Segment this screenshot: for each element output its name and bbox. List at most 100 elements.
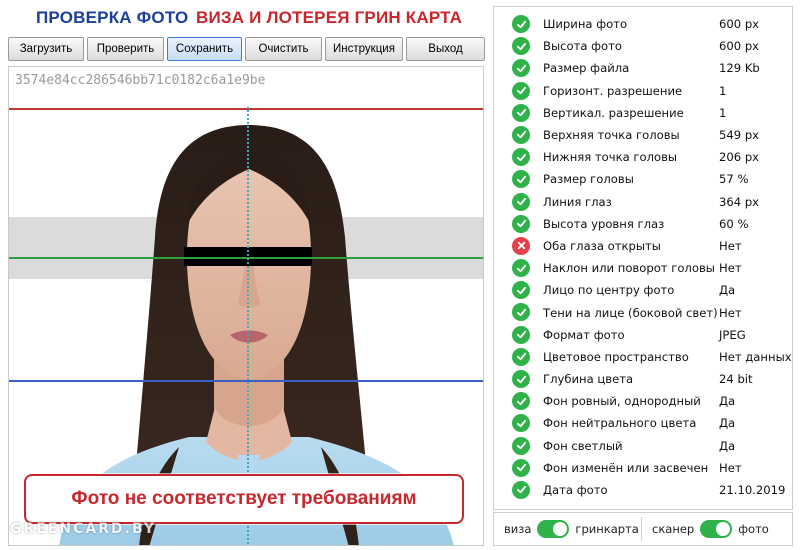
check-label: Фон нейтрального цвета [543, 416, 697, 431]
instructions-button[interactable]: Инструкция [325, 37, 403, 61]
check-row: Горизонт. разрешение 1 [494, 80, 792, 102]
check-label: Фон ровный, однородный [543, 394, 701, 409]
check-value: 600 px [719, 39, 760, 54]
check-label: Оба глаза открыты [543, 238, 661, 253]
check-label: Ширина фото [543, 17, 628, 32]
scanner-label: сканер [652, 522, 695, 536]
check-value: Да [719, 394, 736, 409]
check-value: Нет [719, 238, 742, 253]
check-ok-icon [512, 148, 530, 167]
check-row: Линия глаз 364 px [494, 191, 792, 213]
save-button[interactable]: Сохранить [167, 37, 242, 61]
check-row: Размер головы 57 % [494, 168, 792, 190]
check-row: Высота уровня глаз 60 % [494, 213, 792, 235]
check-value: Нет [719, 305, 742, 320]
check-row: Лицо по центру фото Да [494, 279, 792, 301]
check-label: Нижняя точка головы [543, 150, 678, 165]
check-ok-icon [512, 259, 530, 278]
check-label: Фон светлый [543, 438, 623, 453]
check-label: Горизонт. разрешение [543, 83, 683, 98]
clear-button[interactable]: Очистить [245, 37, 322, 61]
check-label: Наклон или поворот головы [543, 261, 715, 276]
check-row: Цветовое пространство Нет данных [494, 346, 792, 368]
load-button[interactable]: Загрузить [8, 37, 84, 61]
check-value: 1 [719, 105, 727, 120]
check-row: Фон нейтрального цвета Да [494, 412, 792, 434]
photo-label: фото [738, 522, 769, 536]
check-ok-icon [512, 81, 530, 100]
scanner-photo-switch[interactable] [700, 520, 733, 538]
check-value: 206 px [719, 150, 760, 165]
visa-label: виза [504, 522, 532, 536]
check-ok-icon [512, 59, 530, 78]
check-label: Высота фото [543, 39, 622, 54]
check-ok-icon [512, 15, 530, 33]
check-row: Фон светлый Да [494, 435, 792, 457]
check-value: 129 Kb [719, 61, 760, 76]
check-ok-icon [512, 392, 530, 411]
greencard-label: гринкарта [575, 522, 639, 536]
check-value: 57 % [719, 172, 749, 187]
check-label: Высота уровня глаз [543, 216, 665, 231]
source-toggle-group: сканер фото [652, 513, 769, 545]
check-value: Нет [719, 460, 742, 475]
check-row: Глубина цвета 24 bit [494, 368, 792, 390]
check-button[interactable]: Проверить [87, 37, 164, 61]
check-value: 24 bit [719, 372, 753, 387]
check-ok-icon [512, 214, 530, 233]
photo-hash: 3574e84cc286546bb71c0182c6a1e9be [15, 73, 266, 88]
app-title-right: ВИЗА И ЛОТЕРЕЯ ГРИН КАРТА [196, 8, 463, 27]
check-row: Размер файла 129 Kb [494, 57, 792, 79]
check-value: Да [719, 438, 736, 453]
check-row: Фон ровный, однородный Да [494, 390, 792, 412]
check-value: Да [719, 416, 736, 431]
check-ok-icon [512, 192, 530, 211]
check-label: Верхняя точка головы [543, 128, 680, 143]
check-row: Оба глаза открыты Нет [494, 235, 792, 257]
toolbar: Загрузить Проверить Сохранить Очистить И… [8, 37, 485, 61]
check-ok-icon [512, 458, 530, 477]
check-label: Размер головы [543, 172, 634, 187]
check-value: 60 % [719, 216, 749, 231]
check-row: Тени на лице (боковой свет) Нет [494, 301, 792, 323]
check-ok-icon [512, 170, 530, 189]
exit-button[interactable]: Выход [406, 37, 485, 61]
check-ok-icon [512, 325, 530, 344]
check-value: 1 [719, 83, 727, 98]
check-row: Фон изменён или засвечен Нет [494, 457, 792, 479]
check-label: Формат фото [543, 327, 625, 342]
check-row: Ширина фото 600 px [494, 13, 792, 35]
check-row: Нижняя точка головы 206 px [494, 146, 792, 168]
checks-panel: Ширина фото 600 px Высота фото 600 px Размер… [493, 6, 793, 510]
check-row: Верхняя точка головы 549 px [494, 124, 792, 146]
check-value: Нет данных [719, 349, 792, 364]
check-ok-icon [512, 347, 530, 366]
check-ok-icon [512, 125, 530, 144]
visa-greencard-switch[interactable] [537, 520, 570, 538]
check-label: Цветовое пространство [543, 349, 689, 364]
check-row: Дата фото 21.10.2019 [494, 479, 792, 501]
check-value: 21.10.2019 [719, 483, 786, 498]
check-ok-icon [512, 436, 530, 455]
check-ok-icon [512, 103, 530, 122]
mode-toggle-group: виза гринкарта [504, 513, 639, 545]
check-ok-icon [512, 281, 530, 300]
check-label: Фон изменён или засвечен [543, 460, 709, 475]
toggles-panel: виза гринкарта сканер фото [493, 512, 793, 546]
app-title-left: ПРОВЕРКА ФОТО [36, 8, 189, 27]
check-label: Вертикал. разрешение [543, 105, 684, 120]
check-label: Лицо по центру фото [543, 283, 675, 298]
check-fail-icon [512, 236, 530, 255]
check-row: Высота фото 600 px [494, 35, 792, 57]
check-ok-icon [512, 37, 530, 56]
check-row: Вертикал. разрешение 1 [494, 102, 792, 124]
check-value: 600 px [719, 17, 760, 32]
check-value: Нет [719, 261, 742, 276]
check-ok-icon [512, 303, 530, 322]
check-value: JPEG [719, 327, 746, 342]
check-label: Тени на лице (боковой свет) [543, 305, 718, 320]
check-label: Линия глаз [543, 194, 612, 209]
check-row: Наклон или поворот головы Нет [494, 257, 792, 279]
toggle-divider [641, 517, 642, 541]
check-value: 549 px [719, 128, 760, 143]
